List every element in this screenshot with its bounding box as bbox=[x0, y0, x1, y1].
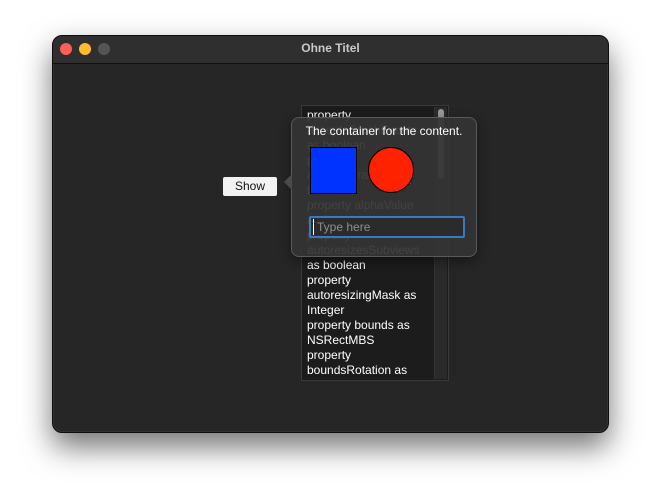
text-caret bbox=[313, 219, 314, 235]
red-circle bbox=[368, 147, 414, 193]
blue-square bbox=[310, 147, 357, 194]
popover: The container for the content. bbox=[284, 117, 477, 257]
window-title: Ohne Titel bbox=[301, 41, 360, 55]
show-button[interactable]: Show bbox=[223, 177, 277, 196]
popover-title: The container for the content. bbox=[305, 124, 463, 138]
app-window: Ohne Titel Show property acceptsTouchEve… bbox=[52, 35, 609, 433]
popover-arrow bbox=[284, 174, 292, 190]
title-bar[interactable]: Ohne Titel bbox=[53, 36, 608, 64]
text-input[interactable] bbox=[309, 216, 465, 238]
